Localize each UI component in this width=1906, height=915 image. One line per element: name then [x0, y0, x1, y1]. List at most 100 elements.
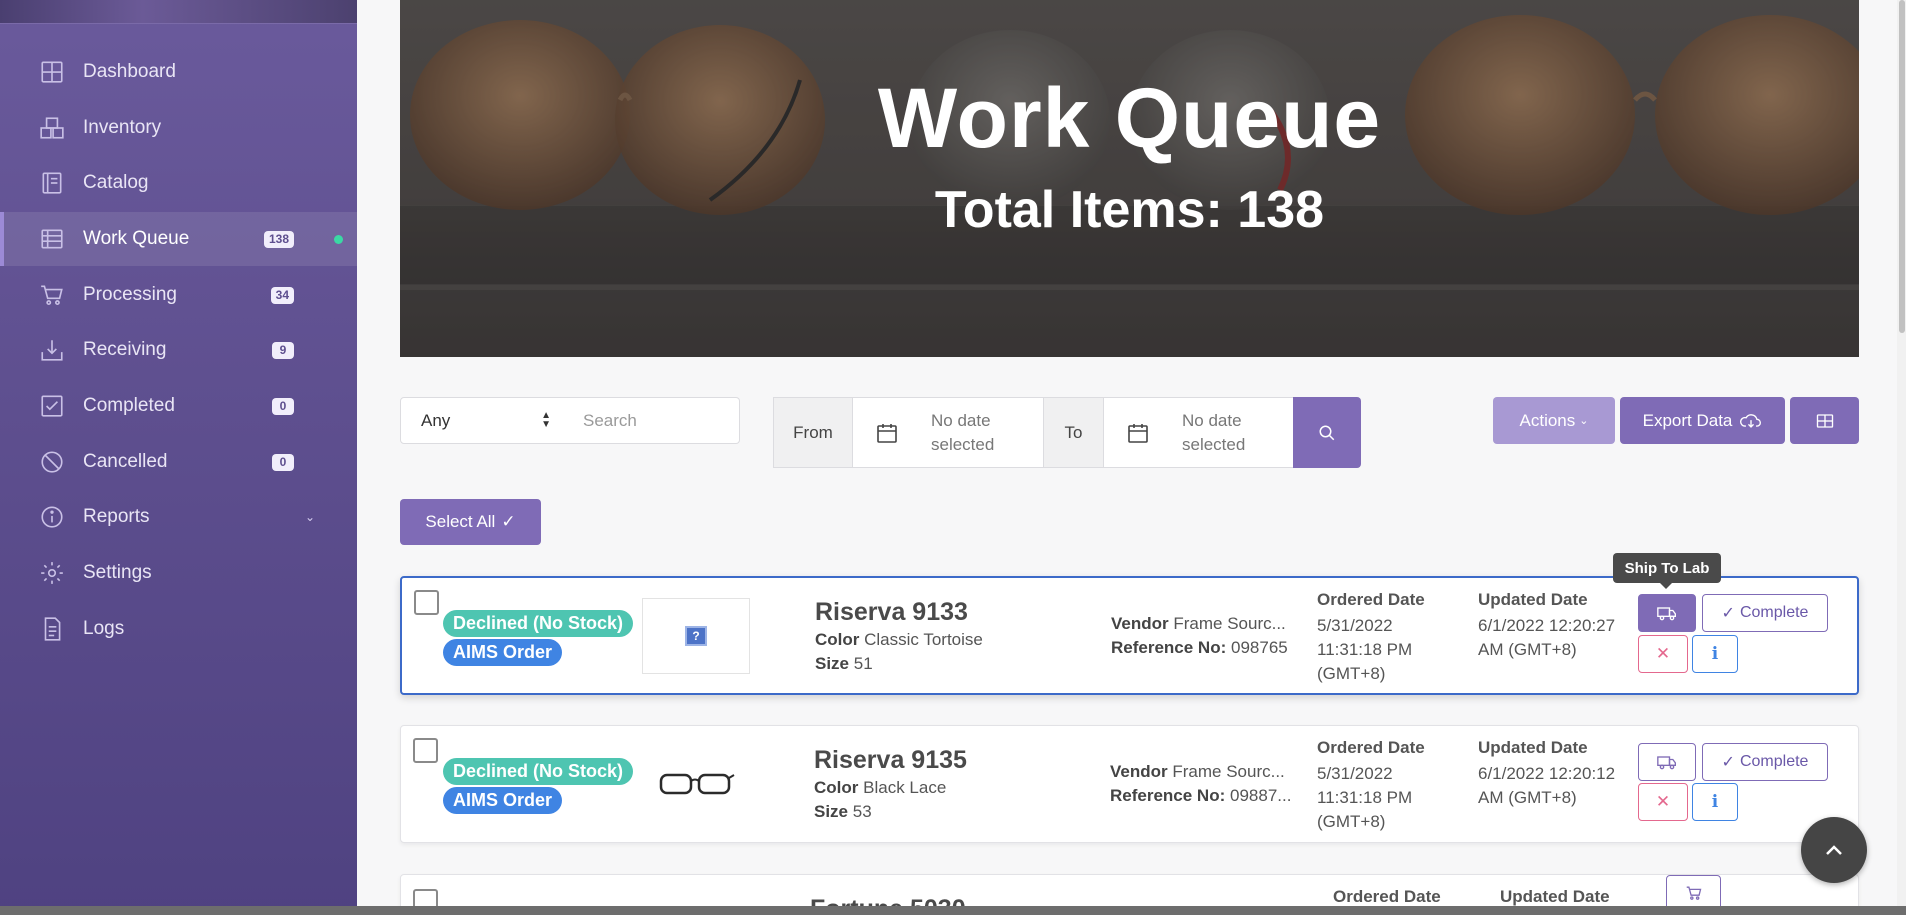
sidebar-logo-banner [0, 0, 357, 24]
scrollbar-thumb[interactable] [1899, 0, 1905, 333]
sidebar-item-settings[interactable]: Settings [0, 546, 357, 600]
check-icon: ✓ [1721, 754, 1735, 771]
sidebar-item-logs[interactable]: Logs [0, 602, 357, 656]
sidebar-item-label: Receiving [83, 339, 167, 360]
sidebar-item-processing[interactable]: Processing 34 [0, 268, 357, 322]
ship-to-lab-button[interactable] [1638, 743, 1696, 781]
product-thumbnail [642, 746, 750, 822]
vendor: Vendor Frame Sourc... [1110, 762, 1285, 782]
vendor-label: Vendor [1111, 614, 1169, 633]
size-label: Size [814, 802, 849, 821]
actions-dropdown-button[interactable]: Actions ⌄ [1493, 397, 1615, 444]
updated-date-label: Updated Date [1478, 738, 1588, 757]
reference-label: Reference No: [1110, 786, 1226, 805]
export-data-button[interactable]: Export Data [1620, 397, 1785, 444]
sidebar-item-catalog[interactable]: Catalog [0, 156, 357, 210]
close-icon: ✕ [1655, 792, 1671, 811]
info-button[interactable]: i [1692, 783, 1738, 821]
document-icon [38, 615, 66, 643]
order-type-badge: AIMS Order [443, 639, 563, 666]
sidebar-item-label: Dashboard [83, 61, 176, 82]
complete-button[interactable]: ✓ Complete [1702, 743, 1828, 781]
ordered-date-value: 5/31/2022 11:31:18 PM (GMT+8) [1317, 616, 1413, 683]
product-name: Riserva 9135 [814, 746, 967, 774]
updated-date-label: Updated Date [1500, 887, 1610, 906]
ordered-date-label: Ordered Date [1317, 738, 1425, 757]
size-value: 53 [852, 802, 872, 821]
select-all-button[interactable]: Select All ✓ [400, 499, 541, 545]
scroll-to-top-button[interactable] [1801, 817, 1867, 883]
active-indicator-dot [334, 234, 343, 244]
close-icon: ✕ [1655, 644, 1671, 663]
complete-button[interactable]: ✓ Complete [1702, 594, 1828, 632]
sidebar-item-dashboard[interactable]: Dashboard [0, 45, 357, 99]
sidebar-item-receiving[interactable]: Receiving 9 [0, 323, 357, 377]
ship-to-lab-tooltip: Ship To Lab [1613, 553, 1721, 589]
from-date-picker[interactable]: No date selected [852, 397, 1044, 468]
color-value: Black Lace [863, 778, 947, 797]
size-value: 51 [853, 654, 873, 673]
check-square-icon [38, 392, 66, 420]
status-badge: Declined (No Stock) [443, 610, 634, 637]
sidebar-item-cancelled[interactable]: Cancelled 0 [0, 435, 357, 489]
complete-label: Complete [1739, 753, 1809, 770]
decline-button[interactable]: ✕ [1638, 635, 1688, 673]
sidebar-item-work-queue[interactable]: Work Queue 138 [0, 212, 357, 266]
count-badge: 34 [270, 286, 294, 304]
sidebar-item-reports[interactable]: Reports ⌄ [0, 490, 357, 544]
reference-value: 09887... [1230, 786, 1292, 805]
to-date-value: No date selected [1182, 410, 1246, 454]
hero-banner: Work Queue Total Items: 138 [400, 0, 1859, 357]
grid-view-button[interactable] [1790, 397, 1859, 444]
calendar-icon [1128, 423, 1148, 443]
calendar-icon [877, 423, 897, 443]
select-all-label: Select All [425, 512, 496, 531]
from-label: From [773, 397, 853, 468]
check-icon: ✓ [1721, 605, 1735, 622]
row-checkbox[interactable] [414, 590, 439, 615]
decline-button[interactable]: ✕ [1638, 783, 1688, 821]
count-badge: 0 [272, 397, 294, 415]
product-size: Size 51 [815, 654, 873, 674]
sidebar-item-completed[interactable]: Completed 0 [0, 379, 357, 433]
color-label: Color [815, 630, 860, 649]
order-card[interactable]: Declined (No Stock) AIMS Order ? Riserva… [400, 576, 1859, 695]
sidebar-item-label: Work Queue [83, 228, 190, 249]
cloud-download-icon [1740, 413, 1762, 428]
receiving-icon [38, 336, 66, 364]
vendor-label: Vendor [1110, 762, 1168, 781]
order-card[interactable]: Declined (No Stock) AIMS Order Riserva 9… [400, 725, 1859, 843]
count-badge: 9 [272, 341, 294, 359]
from-date-value: No date selected [931, 410, 995, 454]
updated-date-value: 6/1/2022 12:20:27 AM (GMT+8) [1478, 616, 1616, 659]
total-items-count: Total Items: 138 [934, 181, 1325, 239]
sidebar-item-label: Processing [83, 284, 177, 305]
chevron-down-icon: ⌄ [304, 510, 315, 524]
status-filter-select[interactable]: Any ▲ ▼ [400, 397, 566, 444]
truck-icon [1657, 756, 1676, 770]
chevron-down-icon: ⌄ [1579, 415, 1589, 427]
ship-to-lab-button[interactable] [1638, 594, 1696, 632]
sidebar-item-inventory[interactable]: Inventory [0, 101, 357, 155]
to-date-picker[interactable]: No date selected [1103, 397, 1294, 468]
missing-image-icon: ? [685, 626, 707, 646]
product-color: Color Black Lace [814, 778, 946, 798]
ordered-date-label: Ordered Date [1333, 887, 1441, 906]
reference-number: Reference No: 098765 [1111, 638, 1288, 658]
info-circle-icon [38, 503, 66, 531]
date-search-button[interactable] [1293, 397, 1361, 468]
size-label: Size [815, 654, 850, 673]
sidebar-item-label: Settings [83, 562, 152, 583]
reference-number: Reference No: 09887... [1110, 786, 1291, 806]
dashboard-icon [38, 58, 66, 86]
product-thumbnail: ? [642, 598, 750, 674]
row-checkbox[interactable] [413, 738, 438, 763]
search-input[interactable] [565, 397, 740, 444]
grid-icon [1816, 413, 1833, 428]
check-icon: ✓ [501, 512, 516, 531]
info-button[interactable]: i [1692, 635, 1738, 673]
count-badge: 0 [272, 453, 294, 471]
status-badge: Declined (No Stock) [443, 758, 634, 785]
truck-icon [1657, 607, 1676, 621]
vendor: Vendor Frame Sourc... [1111, 614, 1286, 634]
